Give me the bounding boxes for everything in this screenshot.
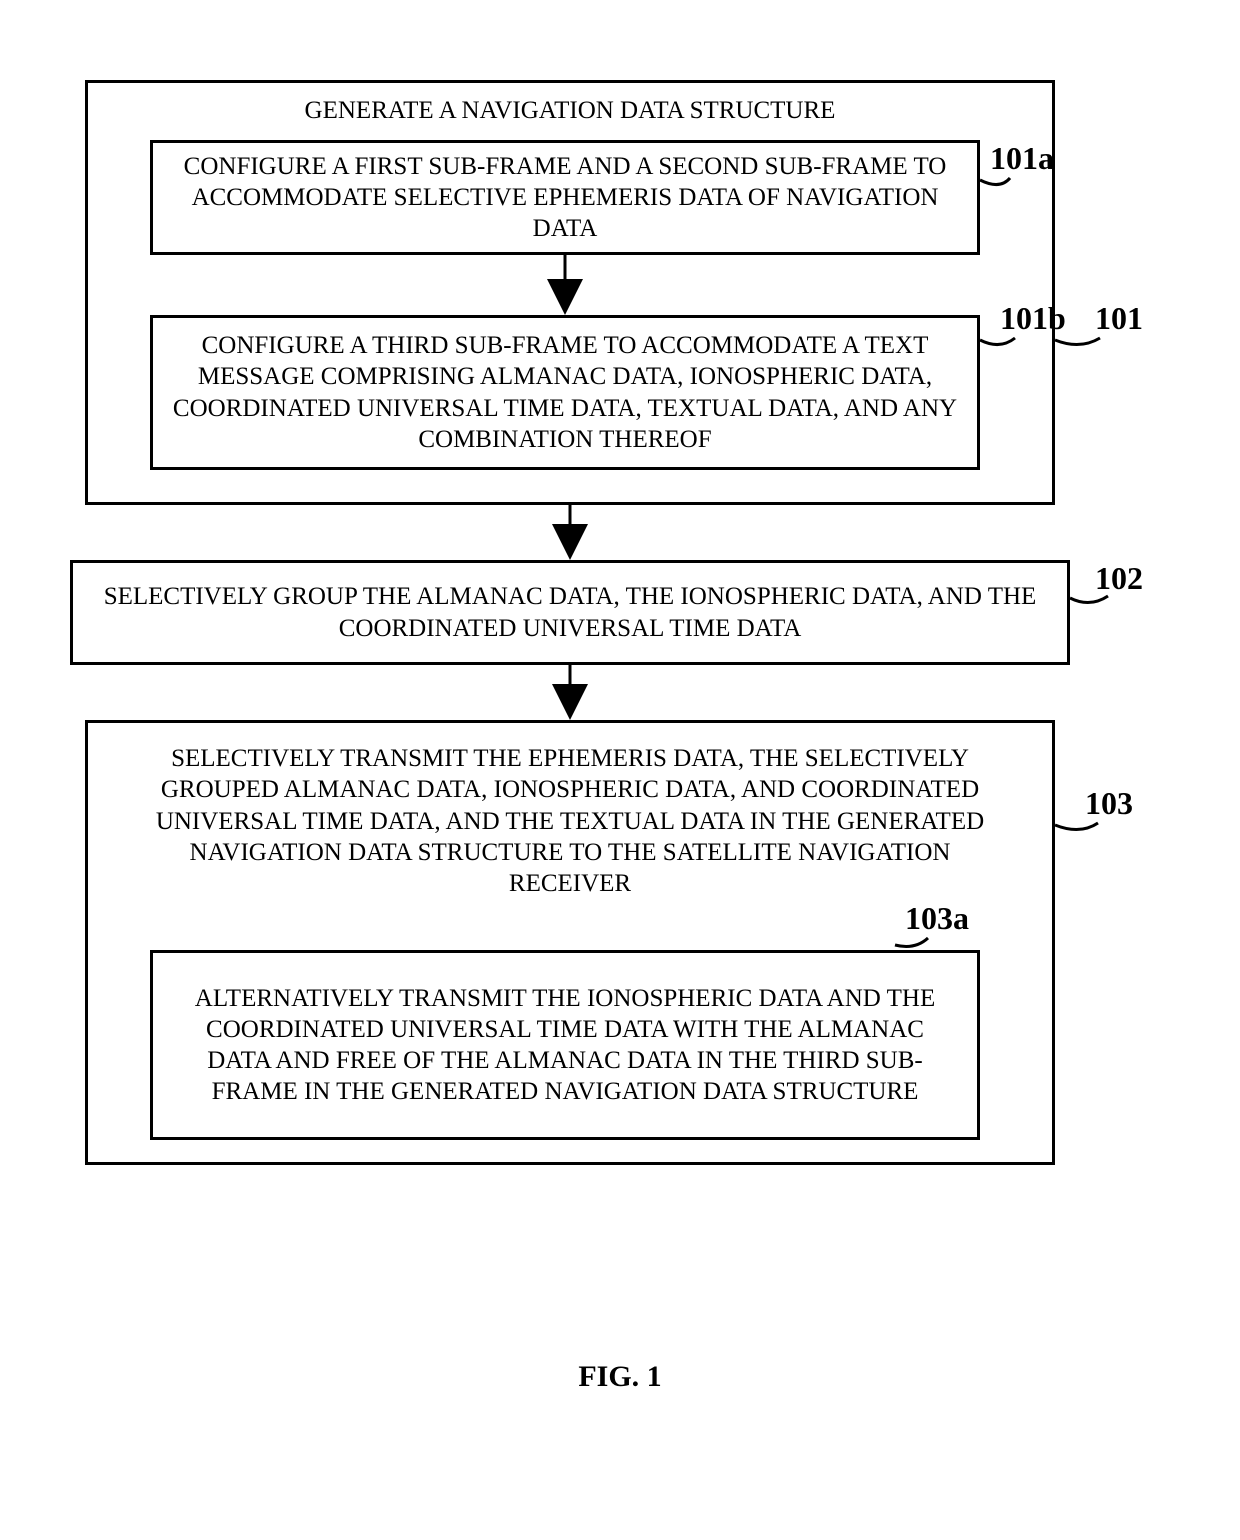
diagram-page: GENERATE A NAVIGATION DATA STRUCTURE CON… bbox=[0, 0, 1240, 1540]
lead-lines bbox=[0, 0, 1240, 1540]
